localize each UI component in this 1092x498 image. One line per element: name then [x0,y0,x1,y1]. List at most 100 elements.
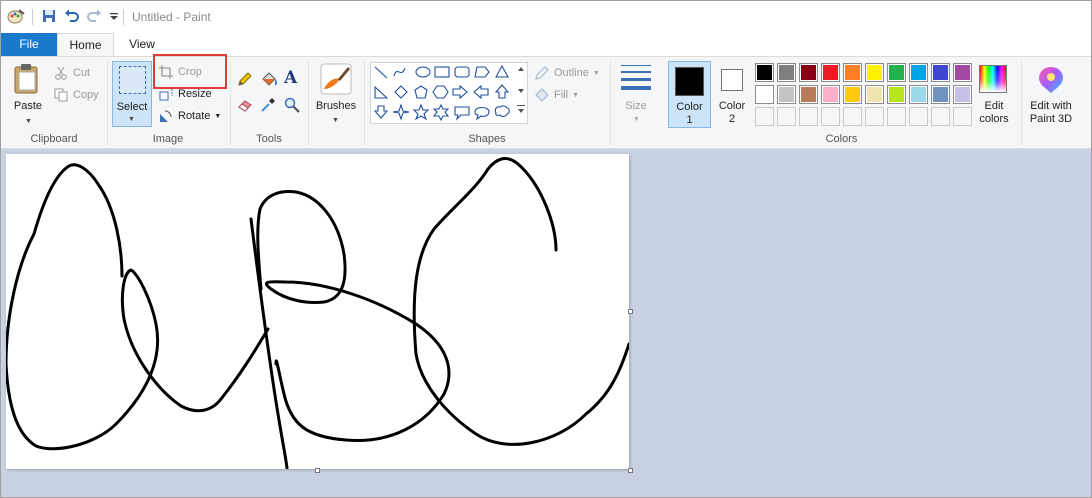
tools-group-label: Tools [256,133,282,145]
rect-callout-shape-icon [454,106,470,121]
brushes-button[interactable]: Brushes ▼ [314,63,358,127]
color2-number: 2 [728,113,736,125]
select-button[interactable]: Select ▼ [112,61,152,127]
palette-swatch[interactable] [799,85,818,104]
palette-swatch-empty[interactable] [821,107,840,126]
pencil-icon[interactable] [237,71,253,87]
palette-swatch-empty[interactable] [777,107,796,126]
clipboard-group-label: Clipboard [30,133,78,145]
freehand-drawing [4,157,631,470]
cloud-callout-shape-icon [494,105,510,117]
oval-callout-shape-icon [474,106,490,121]
palette-swatch-empty[interactable] [887,107,906,126]
hexagon-shape-icon [432,85,449,99]
palette-swatch[interactable] [953,85,972,104]
palette-swatch[interactable] [755,85,774,104]
crop-highlight-box [153,54,227,89]
color-picker-icon[interactable] [260,97,276,113]
fill-button[interactable]: Fill ▼ [534,85,579,105]
oval-shape-icon [415,66,431,78]
palette-swatch[interactable] [909,63,928,82]
drawing-canvas[interactable] [4,154,631,470]
rotate-button[interactable]: Rotate ▼ [158,106,221,126]
scissors-icon [53,65,69,81]
palette-swatch[interactable] [887,63,906,82]
palette-swatch[interactable] [799,63,818,82]
size-button[interactable]: Size ▼ [616,63,656,127]
palette-swatch-empty[interactable] [843,107,862,126]
fill-label: Fill [554,89,569,101]
copy-label: Copy [73,89,99,101]
title-bar: Untitled - Paint [1,1,1091,33]
cut-button[interactable]: Cut [53,63,90,83]
edit-with-paint3d-button[interactable]: Edit with Paint 3D [1025,63,1077,127]
paint3d-label-1: Edit with [1030,100,1072,112]
text-tool-icon[interactable]: A [284,69,300,87]
image-group-label: Image [152,133,184,145]
up-arrow-shape-icon [494,84,510,99]
right-arrow-shape-icon [452,84,468,100]
palette-swatch-empty[interactable] [953,107,972,126]
palette-swatch[interactable] [777,63,796,82]
palette-swatch-empty[interactable] [865,107,884,126]
tab-home[interactable]: Home [57,33,114,57]
paint-app-icon[interactable] [7,7,25,25]
edit-colors-label-2: colors [979,113,1009,125]
undo-icon[interactable] [63,7,81,25]
color2-button[interactable]: Color 2 [713,61,751,128]
palette-swatch[interactable] [821,85,840,104]
canvas-workspace[interactable] [1,149,1091,497]
colors-group-label: Colors [825,133,858,145]
palette-swatch[interactable] [865,63,884,82]
outline-button[interactable]: Outline ▼ [534,63,600,83]
magnifier-icon[interactable] [284,97,300,113]
edit-colors-button[interactable]: Edit colors [977,63,1011,125]
down-arrow-shape-icon [373,105,389,119]
color1-button[interactable]: Color 1 [668,61,711,128]
palette-swatch[interactable] [755,63,774,82]
fill-dropdown-icon: ▼ [572,91,579,99]
outline-dropdown-icon: ▼ [592,69,600,77]
brushes-dropdown-icon: ▼ [332,117,339,124]
pentagon-shape-icon [414,85,428,99]
outline-label: Outline [554,67,589,79]
paint3d-icon [1039,67,1063,93]
palette-swatch-empty[interactable] [799,107,818,126]
edit-colors-label-1: Edit [984,100,1004,112]
palette-swatch[interactable] [843,85,862,104]
palette-swatch-empty[interactable] [909,107,928,126]
copy-icon [53,87,69,103]
redo-icon[interactable] [85,7,103,25]
eraser-icon[interactable] [237,97,253,113]
palette-swatch[interactable] [931,85,950,104]
palette-swatch[interactable] [777,85,796,104]
palette-swatch-empty[interactable] [755,107,774,126]
shape-fill-icon [534,87,550,103]
color1-swatch [675,67,704,96]
palette-swatch[interactable] [843,63,862,82]
fill-bucket-icon[interactable] [260,71,277,87]
resize-handle-bottom[interactable] [315,468,320,473]
color1-label: Color [676,101,703,113]
palette-swatch-empty[interactable] [931,107,950,126]
cut-label: Cut [73,67,91,79]
copy-button[interactable]: Copy [53,85,99,105]
palette-swatch[interactable] [865,85,884,104]
palette-swatch[interactable] [821,63,840,82]
resize-handle-right[interactable] [628,309,633,314]
paint-window: Untitled - Paint File Home View Paste ▼ … [0,0,1092,498]
palette-swatch[interactable] [909,85,928,104]
select-label: Select [116,101,148,113]
palette-swatch[interactable] [887,85,906,104]
size-label: Size [625,100,647,112]
tab-file[interactable]: File [1,33,57,57]
shapes-gallery[interactable] [370,62,528,124]
color-spectrum-icon [979,65,1007,93]
resize-handle-corner[interactable] [628,468,633,473]
paste-button[interactable]: Paste ▼ [9,63,47,125]
palette-swatch[interactable] [953,63,972,82]
palette-swatch[interactable] [931,63,950,82]
customize-icon[interactable] [105,7,123,25]
resize-label: Resize [178,88,212,100]
save-icon[interactable] [40,7,58,25]
